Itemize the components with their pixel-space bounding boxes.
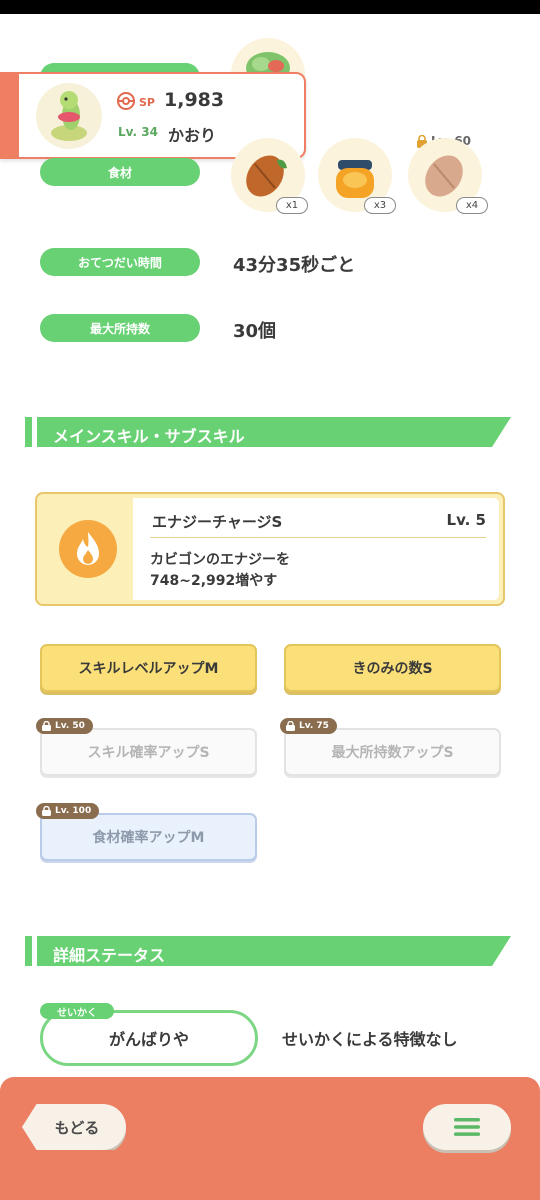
subskill-button-5-locked[interactable]: 食材確率アップM bbox=[40, 813, 257, 861]
main-skill-level: Lv. 5 bbox=[446, 511, 486, 529]
hamburger-menu-icon bbox=[454, 1118, 480, 1136]
subskill-button-3-locked[interactable]: スキル確率アップS bbox=[40, 728, 257, 776]
main-skill-desc-line1: カビゴンのエナジーを bbox=[150, 552, 290, 568]
status-bar bbox=[0, 0, 540, 14]
subskill-lock-badge-4: Lv. 75 bbox=[280, 718, 337, 734]
nature-description: せいかくによる特徴なし bbox=[282, 1030, 458, 1049]
subskill-button-4-locked[interactable]: 最大所持数アップS bbox=[284, 728, 501, 776]
subskill-button-2[interactable]: きのみの数S bbox=[284, 644, 501, 692]
main-skill-card[interactable]: エナジーチャージS Lv. 5 カビゴンのエナジーを 748~2,992増やす bbox=[35, 492, 505, 606]
ingredient-qty-2: x3 bbox=[364, 197, 396, 214]
sp-ball-icon bbox=[117, 92, 135, 110]
subskill-lock-badge-5: Lv. 100 bbox=[36, 803, 100, 819]
main-skill-name: エナジーチャージS bbox=[152, 513, 283, 531]
skills-section-header: メインスキル・サブスキル bbox=[25, 417, 511, 447]
lock-icon bbox=[42, 721, 51, 731]
pokemon-name: かおり bbox=[168, 126, 217, 145]
ingredients-label: 食材 bbox=[40, 158, 200, 186]
details-section-title: 詳細ステータス bbox=[53, 946, 166, 965]
max-carry-label: 最大所持数 bbox=[40, 314, 200, 342]
max-carry-value: 30個 bbox=[233, 321, 277, 342]
menu-button[interactable] bbox=[423, 1104, 511, 1150]
pokemon-level: Lv. 34 bbox=[118, 125, 158, 139]
pokemon-avatar bbox=[36, 83, 102, 149]
main-skill-divider bbox=[150, 537, 486, 538]
lock-icon bbox=[286, 721, 295, 731]
flame-icon bbox=[59, 520, 117, 578]
sp-value: 1,983 bbox=[164, 89, 225, 111]
nature-tag: せいかく bbox=[40, 1003, 114, 1019]
details-section-header: 詳細ステータス bbox=[25, 936, 511, 966]
subskill-button-1[interactable]: スキルレベルアップM bbox=[40, 644, 257, 692]
card-accent-stripe bbox=[2, 74, 19, 157]
back-button[interactable]: もどる bbox=[22, 1104, 126, 1150]
sp-label: SP bbox=[139, 96, 155, 109]
main-skill-desc-line2: 748~2,992増やす bbox=[150, 573, 278, 589]
help-time-label: おてつだい時間 bbox=[40, 248, 200, 276]
lock-icon bbox=[42, 806, 51, 816]
ingredient-qty-3: x4 bbox=[456, 197, 488, 214]
help-time-value: 43分35秒ごと bbox=[233, 255, 356, 276]
ingredient-qty-1: x1 bbox=[276, 197, 308, 214]
subskill-lock-badge-3: Lv. 50 bbox=[36, 718, 93, 734]
skills-section-title: メインスキル・サブスキル bbox=[53, 427, 245, 446]
